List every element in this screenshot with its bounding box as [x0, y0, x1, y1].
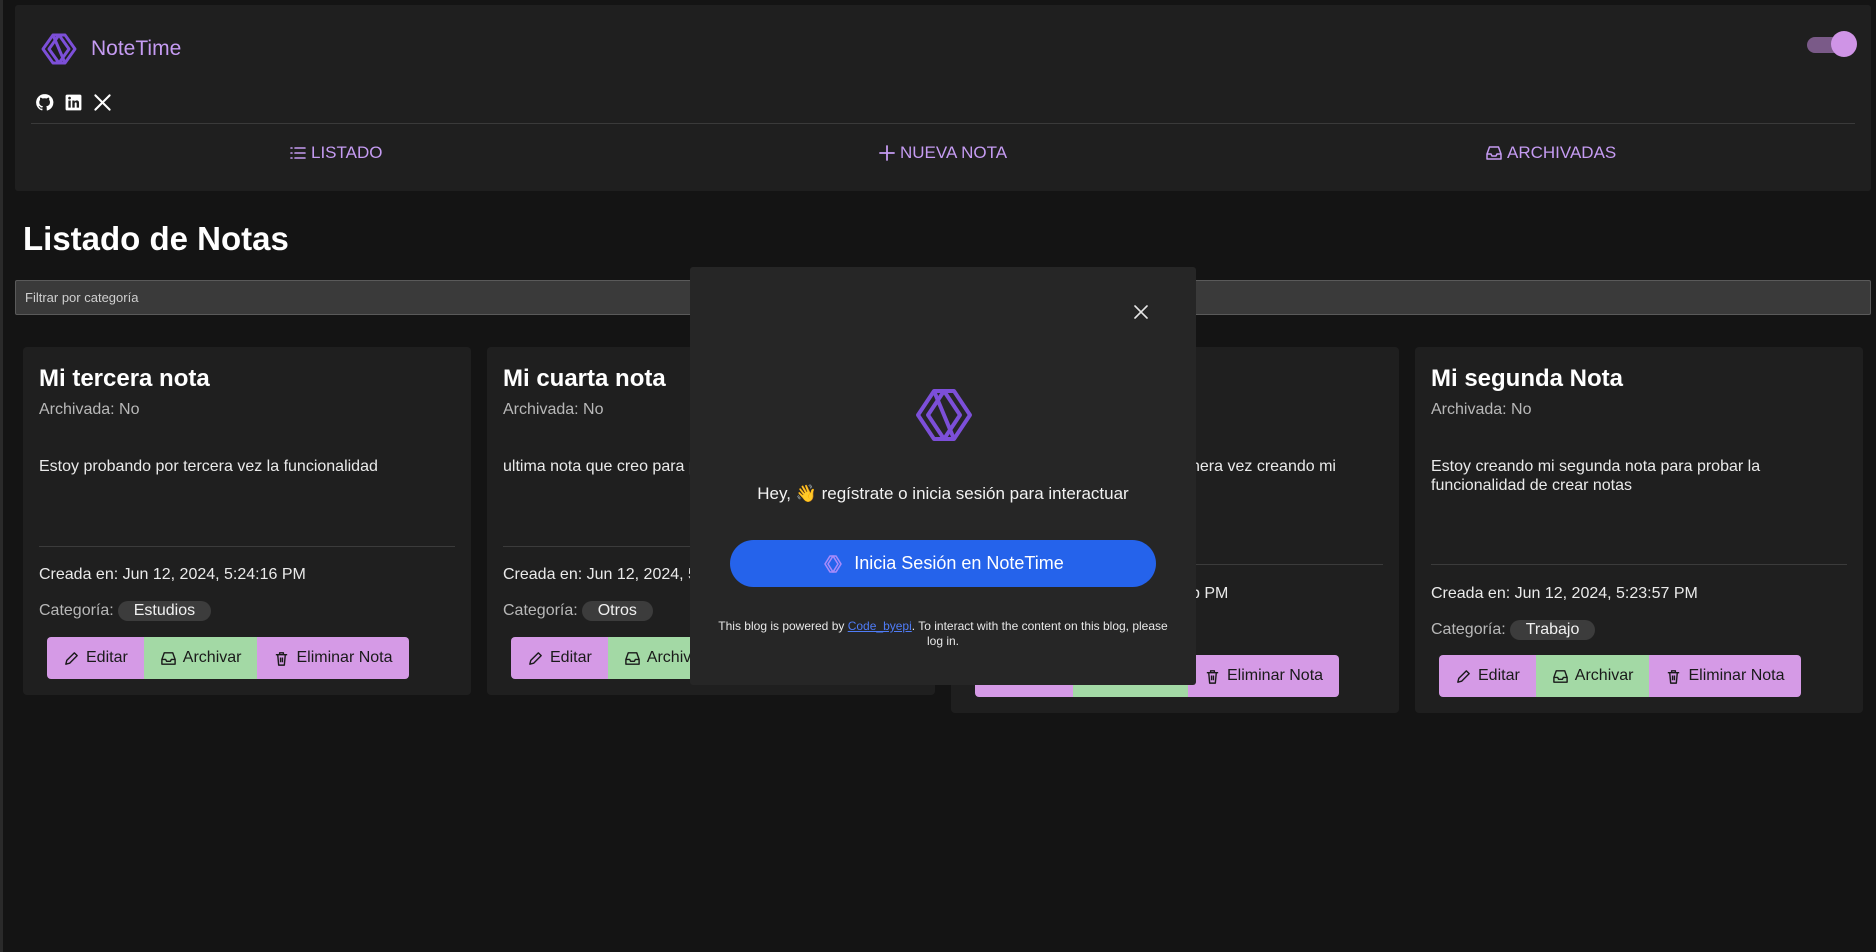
trash-icon — [276, 651, 288, 666]
brand[interactable]: NoteTime — [37, 27, 181, 71]
notetime-logo-icon — [824, 554, 843, 573]
login-modal: Hey, 👋 regístrate o inicia sesión para i… — [690, 267, 1196, 685]
category-label: Categoría: — [503, 602, 578, 619]
category-label: Categoría: — [1431, 621, 1506, 638]
archive-button[interactable]: Archivar — [1535, 655, 1650, 697]
edit-button-label: Editar — [86, 649, 128, 666]
pencil-icon — [1457, 669, 1470, 683]
list-icon — [290, 147, 306, 159]
pencil-icon — [65, 651, 78, 665]
archive-button-label: Archivar — [1574, 667, 1634, 684]
note-created-date: Creada en: Jun 12, 2024, 5 — [503, 566, 697, 583]
login-button[interactable]: Inicia Sesión en NoteTime — [730, 540, 1156, 587]
archive-button-label: Archivar — [182, 649, 242, 666]
nav-archivadas-label: ARCHIVADAS — [1507, 143, 1617, 162]
nav-archivadas[interactable]: ARCHIVADAS — [1485, 143, 1616, 163]
note-category: Categoría: Estudios — [39, 601, 212, 621]
note-card: Mi tercera nota Archivada: No Estoy prob… — [23, 347, 471, 695]
note-divider — [39, 546, 455, 547]
delete-button-label: Eliminar Nota — [1688, 667, 1785, 684]
edit-button[interactable]: Editar — [511, 637, 608, 679]
note-created-date: b PM — [1191, 585, 1229, 602]
social-links — [35, 93, 112, 112]
category-badge: Trabajo — [1509, 620, 1596, 640]
app-header: NoteTime LISTADO NUEVA NOTA ARCHIVADAS — [15, 5, 1871, 191]
delete-button[interactable]: Eliminar Nota — [1649, 655, 1801, 697]
note-archived-status: Archivada: No — [1431, 401, 1532, 418]
toggle-knob — [1831, 31, 1857, 57]
footer-link[interactable]: Code_byepi — [848, 619, 912, 633]
note-title: Mi tercera nota — [39, 365, 210, 392]
main-nav: LISTADO NUEVA NOTA ARCHIVADAS — [15, 143, 1871, 173]
edit-button-label: Editar — [550, 649, 592, 666]
archive-button-label: Archiv — [646, 649, 692, 666]
page: NoteTime LISTADO NUEVA NOTA ARCHIVADAS L… — [0, 0, 1876, 952]
notetime-logo-icon — [916, 389, 972, 441]
modal-footer: This blog is powered by Code_byepi. To i… — [710, 619, 1176, 649]
inbox-icon — [624, 651, 640, 665]
edit-button[interactable]: Editar — [1439, 655, 1536, 697]
note-title: Mi segunda Nota — [1431, 365, 1624, 392]
note-actions: Editar Archiv — [511, 637, 708, 679]
delete-button[interactable]: Eliminar Nota — [1188, 655, 1340, 697]
edit-button[interactable]: Editar — [47, 637, 144, 679]
note-archived-status: Archivada: No — [39, 401, 140, 418]
trash-icon — [1206, 669, 1219, 684]
nav-nueva-nota-label: NUEVA NOTA — [900, 143, 1008, 162]
note-actions: Editar Archivar Eliminar Nota — [1439, 655, 1801, 697]
footer-prefix: This blog is powered by — [718, 619, 848, 633]
x-icon[interactable] — [93, 93, 112, 112]
note-content: Estoy creando mi segunda nota para proba… — [1431, 458, 1761, 494]
delete-button[interactable]: Eliminar Nota — [257, 637, 409, 679]
close-icon[interactable] — [1132, 303, 1150, 321]
linkedin-icon[interactable] — [64, 93, 83, 112]
trash-icon — [1668, 669, 1680, 684]
note-content: nera vez creando mi — [1191, 458, 1336, 475]
note-divider — [1431, 564, 1847, 565]
note-archived-status: Archivada: No — [503, 401, 604, 418]
notetime-logo-icon — [41, 33, 77, 65]
inbox-icon — [1552, 669, 1568, 683]
category-label: Categoría: — [39, 602, 114, 619]
nav-listado-label: LISTADO — [311, 143, 383, 162]
github-icon[interactable] — [35, 93, 54, 112]
category-badge: Estudios — [117, 601, 212, 621]
note-category: Categoría: Trabajo — [1431, 620, 1596, 640]
brand-name: NoteTime — [91, 37, 182, 60]
login-button-label: Inicia Sesión en NoteTime — [854, 553, 1064, 573]
header-divider — [31, 123, 1855, 124]
inbox-icon — [160, 651, 176, 665]
page-title: Listado de Notas — [23, 220, 289, 257]
modal-message: Hey, 👋 regístrate o inicia sesión para i… — [757, 484, 1129, 503]
nav-listado[interactable]: LISTADO — [289, 143, 382, 163]
note-title: Mi cuarta nota — [503, 365, 666, 392]
plus-icon — [879, 145, 895, 161]
theme-toggle[interactable] — [1807, 31, 1857, 57]
edit-button-label: Editar — [1478, 667, 1520, 684]
archive-button[interactable]: Archivar — [143, 637, 258, 679]
note-actions: Editar Archivar Eliminar Nota — [47, 637, 409, 679]
delete-button-label: Eliminar Nota — [1227, 667, 1324, 684]
nav-nueva-nota[interactable]: NUEVA NOTA — [878, 143, 1007, 163]
inbox-icon — [1486, 146, 1502, 160]
note-content: Estoy probando por tercera vez la funcio… — [39, 458, 378, 475]
pencil-icon — [529, 651, 542, 665]
note-created-date: Creada en: Jun 12, 2024, 5:23:57 PM — [1431, 585, 1698, 602]
note-card: Mi segunda Nota Archivada: No Estoy crea… — [1415, 347, 1863, 713]
category-badge: Otros — [581, 601, 653, 621]
delete-button-label: Eliminar Nota — [296, 649, 393, 666]
note-category: Categoría: Otros — [503, 601, 653, 621]
note-created-date: Creada en: Jun 12, 2024, 5:24:16 PM — [39, 566, 306, 583]
footer-suffix: . To interact with the content on this b… — [911, 619, 1168, 648]
